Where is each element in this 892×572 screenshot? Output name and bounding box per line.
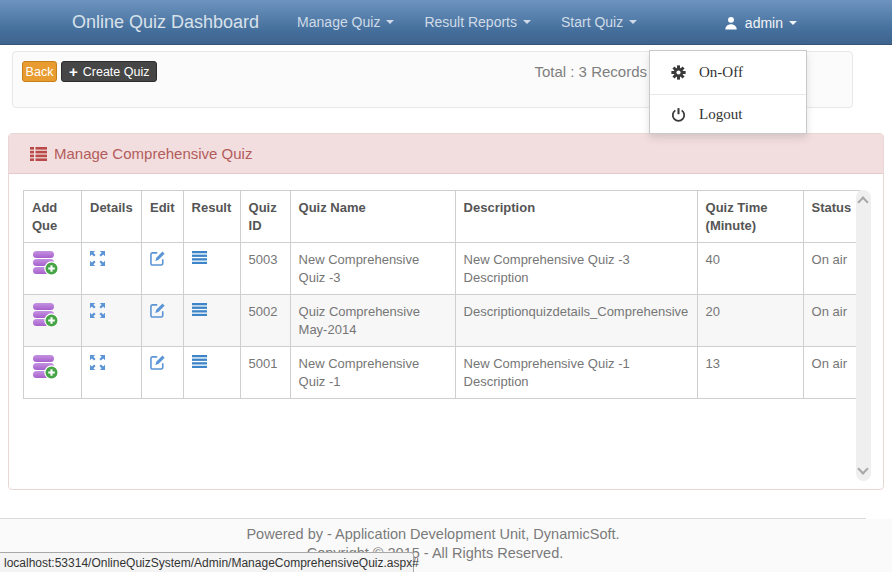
result-action-cell[interactable] [183,295,240,347]
result-list-icon [192,355,207,368]
quiz-time-cell: 20 [697,295,803,347]
quiz-time-cell: 13 [697,347,803,399]
footer-powered-by: Powered by - Application Development Uni… [0,526,892,542]
edit-action-cell[interactable] [142,243,184,295]
description-cell: New Comprehensive Quiz -1 Description [455,347,697,399]
menu-item-on-off[interactable]: On-Off [650,51,806,94]
column-header: Result [183,191,240,243]
chevron-down-icon [789,21,797,25]
username-label: admin [745,15,783,31]
details-action-cell[interactable] [82,243,142,295]
menu-item-label: On-Off [699,64,743,81]
panel-header: Manage Comprehensive Quiz [9,134,883,174]
result-action-cell[interactable] [183,347,240,399]
back-button-label: Back [26,65,54,79]
browser-status-bar: localhost:53314/OnlineQuizSystem/Admin/M… [0,552,414,572]
add-question-icon [32,355,59,380]
table-header-row: Add QueDetailsEditResultQuiz IDQuiz Name… [24,191,860,243]
column-header: Quiz Name [290,191,455,243]
column-header: Quiz Time (Minute) [697,191,803,243]
edit-icon [150,303,165,318]
user-icon [724,16,738,30]
quiz-table: Add QueDetailsEditResultQuiz IDQuiz Name… [23,190,860,399]
add-action-cell[interactable] [24,347,82,399]
nav-item-label: Manage Quiz [297,14,380,30]
list-icon [30,147,47,161]
menu-item-label: Logout [699,106,742,123]
add-question-icon [32,251,59,276]
edit-action-cell[interactable] [142,295,184,347]
details-action-cell[interactable] [82,295,142,347]
edit-icon [150,355,165,370]
chevron-down-icon [523,20,531,24]
user-dropdown-menu: On-Off Logout [649,50,807,134]
expand-details-icon [90,303,105,318]
column-header: Description [455,191,697,243]
status-cell: On air [803,347,860,399]
description-cell: Descriptionquizdetails_Comprehensive [455,295,697,347]
add-question-icon [32,303,59,328]
scroll-up-icon[interactable] [857,196,868,207]
edit-icon [150,251,165,266]
column-header: Status [803,191,860,243]
description-cell: New Comprehensive Quiz -3 Description [455,243,697,295]
gear-icon [671,65,686,80]
menu-item-logout[interactable]: Logout [650,95,806,133]
quiz-time-cell: 40 [697,243,803,295]
quiz-name-cell: Quiz Comprehensive May-2014 [290,295,455,347]
chevron-down-icon [629,20,637,24]
quiz-id-cell: 5002 [240,295,290,347]
quiz-name-cell: New Comprehensive Quiz -1 [290,347,455,399]
table-row: 5001New Comprehensive Quiz -1New Compreh… [24,347,860,399]
table-row: 5003New Comprehensive Quiz -3New Compreh… [24,243,860,295]
column-header: Quiz ID [240,191,290,243]
chevron-down-icon [386,20,394,24]
quiz-id-cell: 5001 [240,347,290,399]
quiz-id-cell: 5003 [240,243,290,295]
create-quiz-button[interactable]: + Create Quiz [61,61,157,82]
table-scrollbar[interactable] [856,190,871,481]
plus-icon: + [69,63,78,80]
quiz-name-cell: New Comprehensive Quiz -3 [290,243,455,295]
navbar: Online Quiz Dashboard Manage Quiz Result… [0,0,892,45]
manage-quiz-panel: Manage Comprehensive Quiz Add QueDetails… [8,133,884,490]
table-body: 5003New Comprehensive Quiz -3New Compreh… [24,243,860,399]
edit-action-cell[interactable] [142,347,184,399]
nav-menu: Manage Quiz Result Reports Start Quiz [297,14,667,30]
scroll-down-icon[interactable] [857,463,868,474]
status-url: localhost:53314/OnlineQuizSystem/Admin/M… [4,556,419,570]
nav-item-label: Start Quiz [561,14,623,30]
back-button[interactable]: Back [22,61,57,82]
column-header: Details [82,191,142,243]
panel-title: Manage Comprehensive Quiz [54,145,252,162]
nav-item-label: Result Reports [424,14,517,30]
result-list-icon [192,303,207,316]
add-action-cell[interactable] [24,243,82,295]
nav-item-manage-quiz[interactable]: Manage Quiz [297,14,394,30]
total-records-text: Total : 3 Records [513,63,647,80]
details-action-cell[interactable] [82,347,142,399]
nav-item-start-quiz[interactable]: Start Quiz [561,14,637,30]
app-title: Online Quiz Dashboard [72,12,259,33]
expand-details-icon [90,355,105,370]
power-icon [671,107,686,122]
result-action-cell[interactable] [183,243,240,295]
table-row: 5002Quiz Comprehensive May-2014Descripti… [24,295,860,347]
result-list-icon [192,251,207,264]
add-action-cell[interactable] [24,295,82,347]
column-header: Edit [142,191,184,243]
column-header: Add Que [24,191,82,243]
create-quiz-label: Create Quiz [83,65,150,79]
status-cell: On air [803,243,860,295]
status-cell: On air [803,295,860,347]
nav-item-result-reports[interactable]: Result Reports [424,14,531,30]
user-menu-toggle[interactable]: admin [724,0,797,45]
expand-details-icon [90,251,105,266]
